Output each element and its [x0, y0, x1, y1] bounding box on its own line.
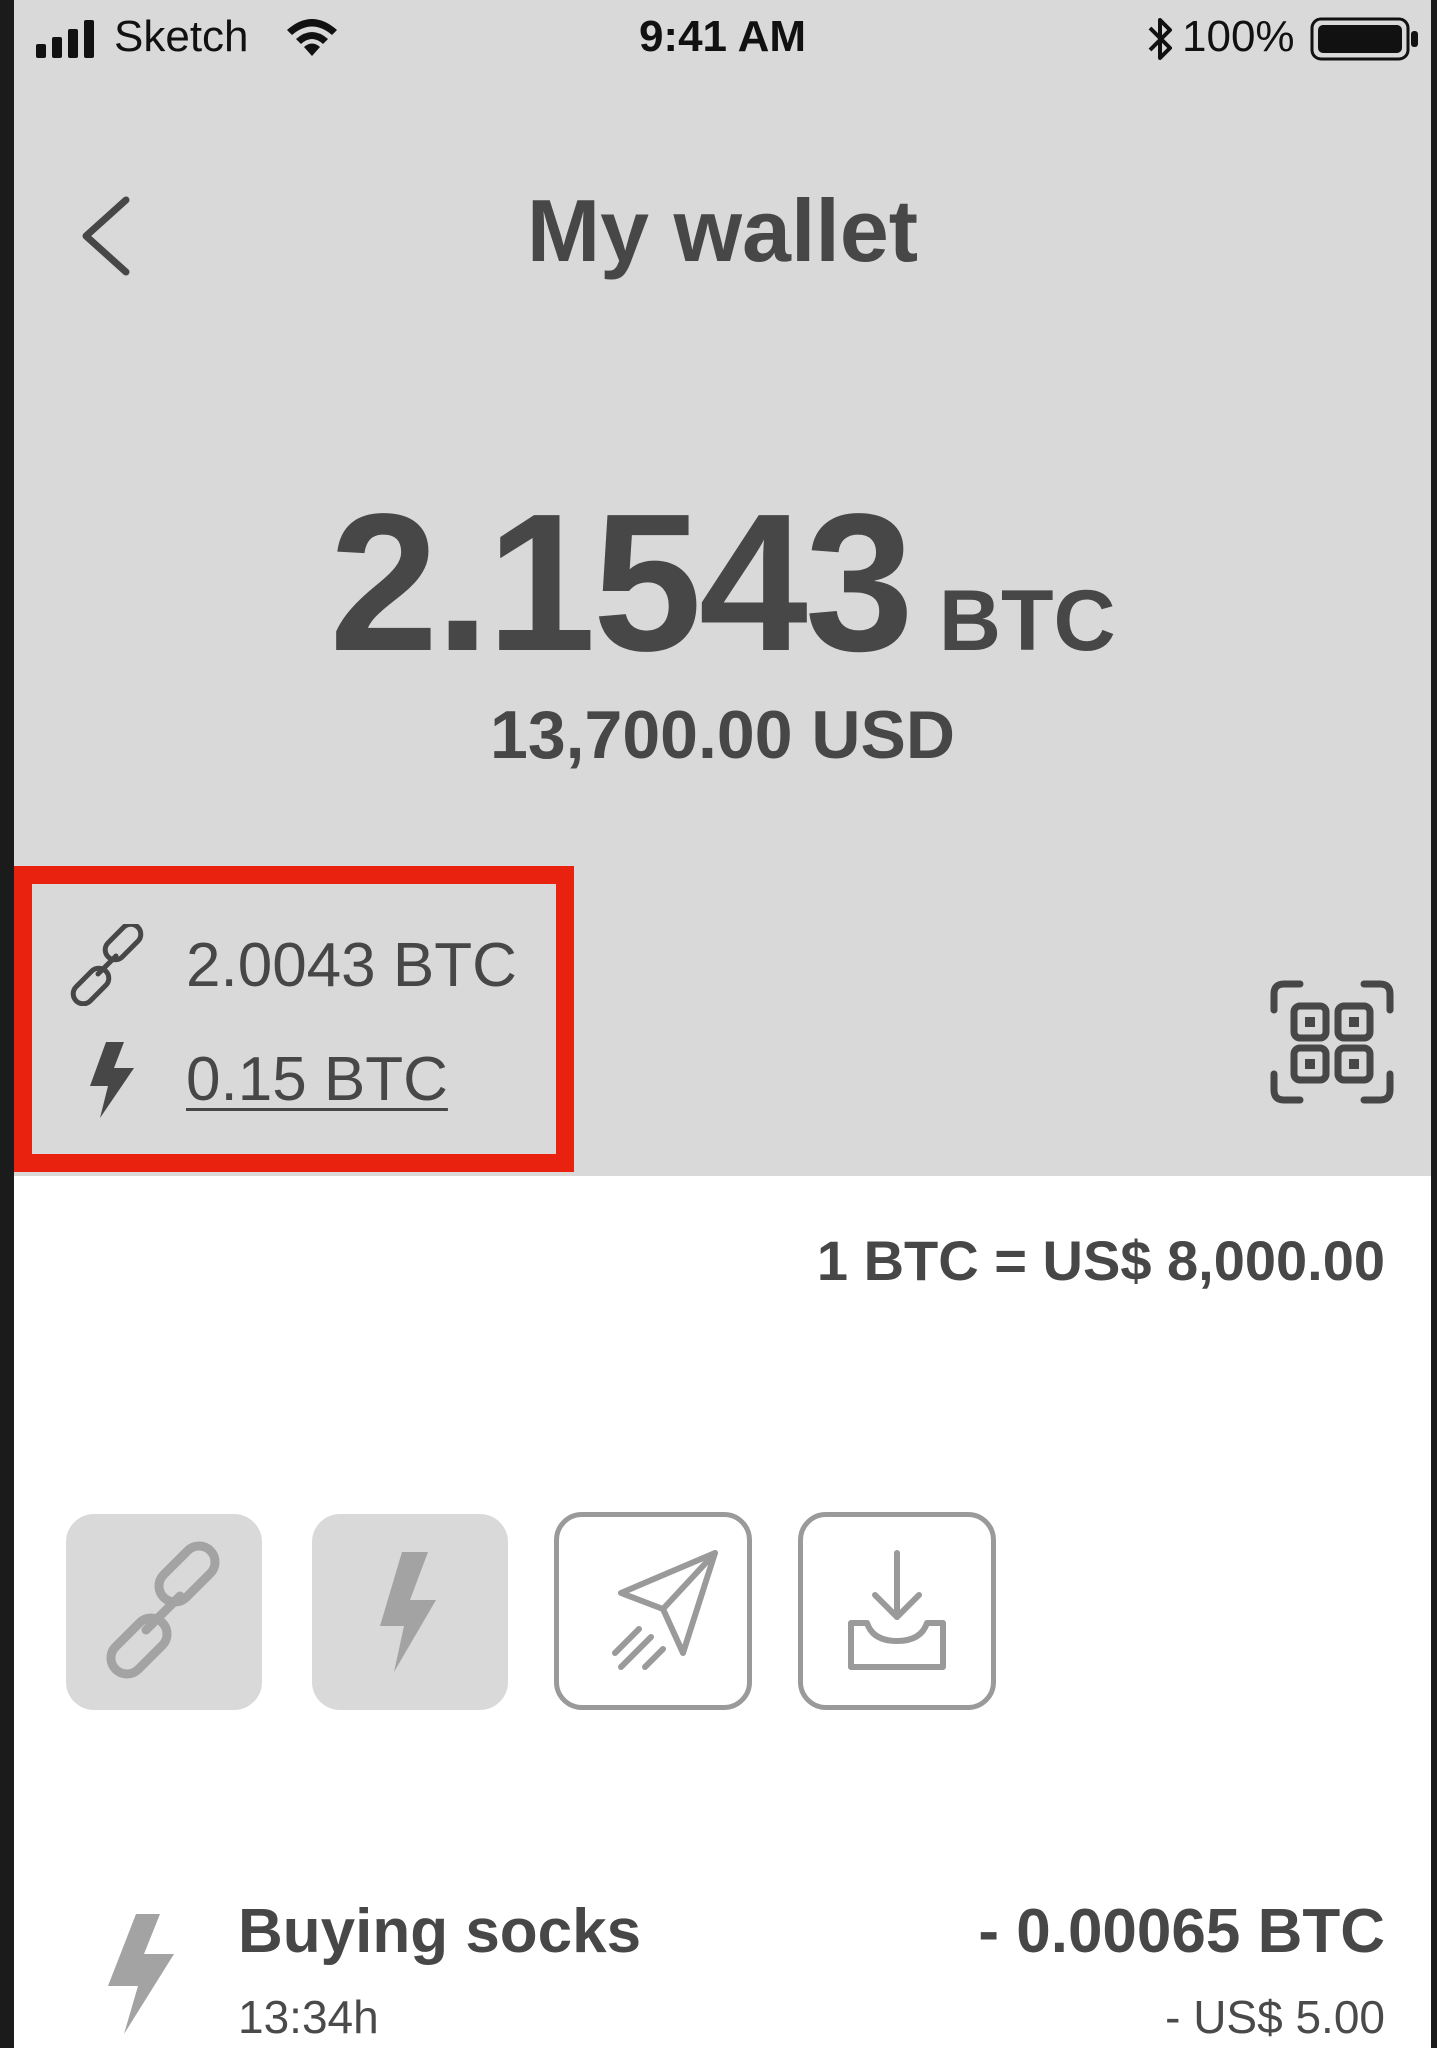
chain-link-icon [106, 1541, 220, 1679]
onchain-balance: 2.0043 BTC [186, 931, 517, 1000]
balance-unit: BTC [938, 573, 1116, 669]
onchain-action-button[interactable] [66, 1514, 262, 1710]
balance-amount: 2.1543 [329, 473, 913, 692]
fiat-balance: 13,700.00 USD [490, 697, 955, 773]
total-balance: 2.1543 BTC [14, 470, 1431, 695]
bluetooth-icon [1148, 18, 1172, 60]
battery-icon [1310, 17, 1418, 61]
transaction-time: 13:34h [238, 1991, 379, 2043]
wallet-screen: Sketch 9:41 AM 100% My wallet 2.1543 BTC … [14, 0, 1431, 2048]
lightning-action-button[interactable] [312, 1514, 508, 1710]
transaction-title: Buying socks [238, 1897, 642, 1966]
page-title: My wallet [526, 181, 919, 280]
lightning-bolt-icon [90, 1042, 134, 1118]
exchange-rate: 1 BTC = US$ 8,000.00 [816, 1229, 1385, 1292]
transaction-amount: - 0.00065 BTC [978, 1897, 1385, 1966]
battery-percentage: 100% [1182, 12, 1295, 61]
transaction-fiat-amount: - US$ 5.00 [1165, 1991, 1385, 2043]
lightning-bolt-icon [108, 1914, 174, 2034]
paper-plane-send-icon [612, 1550, 718, 1670]
send-button[interactable] [554, 1512, 752, 1710]
receive-button[interactable] [798, 1512, 996, 1710]
qr-code-icon[interactable] [1270, 980, 1394, 1104]
status-bar: Sketch 9:41 AM 100% [14, 0, 1431, 78]
lightning-balance-link[interactable]: 0.15 BTC [186, 1044, 448, 1115]
lightning-bolt-icon [380, 1552, 436, 1672]
sub-balances-highlight [14, 866, 574, 1172]
download-tray-icon [848, 1550, 946, 1670]
chain-link-icon [70, 924, 144, 1006]
